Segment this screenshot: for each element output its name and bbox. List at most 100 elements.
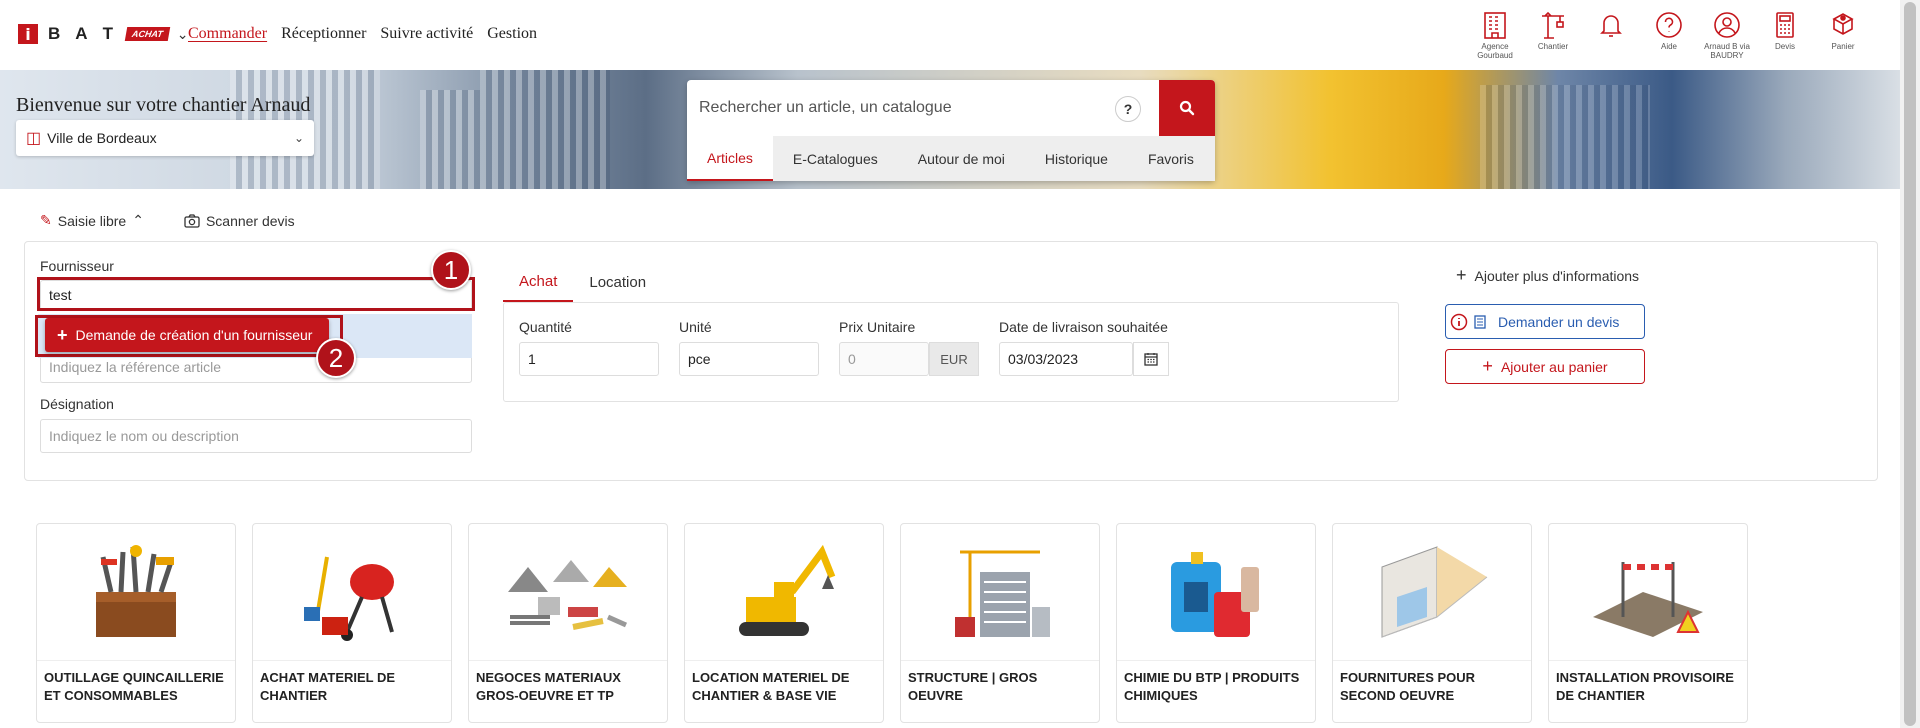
request-quote-label: Demander un devis [1498,313,1620,330]
agence-button[interactable]: Agence Gourbaud [1466,10,1524,60]
step-marker-1: 1 [431,250,471,290]
create-supplier-button[interactable]: + Demande de création d'un fournisseur [45,318,329,352]
request-quote-button[interactable]: Demander un devis [1445,304,1645,339]
more-info-label: Ajouter plus d'informations [1474,267,1640,284]
unite-label: Unité [679,319,712,335]
camera-icon [184,213,200,228]
category-grid: OUTILLAGE QUINCAILLERIE ET CONSOMMABLES … [36,523,1748,723]
search-box: Rechercher un article, un catalogue ? Ar… [687,80,1215,181]
logo-letter: T [102,24,114,43]
step-marker-2: 2 [316,338,356,378]
logo-letters: B A T [48,24,114,44]
edit-icon: ✎ [40,212,52,228]
more-info-button[interactable]: + Ajouter plus d'informations [1456,265,1639,286]
tab-autour-de-moi[interactable]: Autour de moi [898,136,1025,181]
tab-favoris[interactable]: Favoris [1128,136,1214,181]
info-icon [1450,313,1468,330]
agence-label: Agence Gourbaud [1477,42,1513,60]
tab-e-catalogues[interactable]: E-Catalogues [773,136,898,181]
add-to-cart-button[interactable]: + Ajouter au panier [1445,349,1645,384]
hero-building [480,70,610,189]
bell-icon [1600,15,1622,37]
room-interior-icon [1333,524,1531,661]
category-name: ACHAT MATERIEL DE CHANTIER [260,670,396,703]
quantite-input[interactable]: 1 [519,342,659,376]
tab-achat[interactable]: Achat [503,262,574,302]
ibat-logo[interactable]: i B A T ACHAT ⌄ [18,24,189,44]
help-icon [1656,12,1682,38]
nav-receptionner[interactable]: Réceptionner [281,25,366,43]
account-button[interactable]: Arnaud B via BAUDRY [1698,10,1756,60]
category-card[interactable]: STRUCTURE | GROS OEUVRE [900,523,1100,723]
chantier-button[interactable]: Chantier [1524,10,1582,60]
calendar-button[interactable] [1133,342,1169,376]
category-card[interactable]: NEGOCES MATERIAUX GROS-OEUVRE ET TP [468,523,668,723]
category-card[interactable]: ACHAT MATERIEL DE CHANTIER [252,523,452,723]
notifications-button[interactable] [1582,10,1640,60]
user-icon [1714,12,1740,38]
building-crane-icon [901,524,1099,661]
site-select[interactable]: ◫ Ville de Bordeaux ⌄ [16,120,314,156]
cart-icon [1832,13,1854,35]
account-label: Arnaud B via BAUDRY [1704,42,1750,60]
tab-historique[interactable]: Historique [1025,136,1128,181]
nav-suivre-activite[interactable]: Suivre activité [380,25,473,43]
category-name: STRUCTURE | GROS OEUVRE [908,670,1038,703]
saisie-libre-label: Saisie libre [57,212,127,229]
category-card[interactable]: INSTALLATION PROVISOIRE DE CHANTIER [1548,523,1748,723]
top-bar: i B A T ACHAT ⌄ Commander Réceptionner S… [0,0,1900,70]
category-card[interactable]: CHIMIE DU BTP | PRODUITS CHIMIQUES [1116,523,1316,723]
date-input[interactable]: 03/03/2023 [999,342,1133,376]
scanner-devis-button[interactable]: Scanner devis [184,213,295,229]
logo-achat-badge: ACHAT [124,27,171,41]
aide-label: Aide [1660,42,1677,51]
devis-button[interactable]: Devis [1756,10,1814,60]
prix-input[interactable]: 0 [839,342,929,376]
category-card[interactable]: OUTILLAGE QUINCAILLERIE ET CONSOMMABLES [36,523,236,723]
category-card[interactable]: LOCATION MATERIEL DE CHANTIER & BASE VIE [684,523,884,723]
top-icons: Agence Gourbaud Chantier Aide Arnaud B v… [1466,10,1872,60]
category-card[interactable]: FOURNITURES POUR SECOND OEUVRE [1332,523,1532,723]
search-help-button[interactable]: ? [1115,96,1141,122]
prix-label: Prix Unitaire [839,319,916,335]
add-to-cart-label: Ajouter au panier [1500,358,1608,375]
currency-addon: EUR [929,342,979,376]
unite-input[interactable]: pce [679,342,819,376]
calendar-icon [1144,353,1158,366]
chemical-cans-icon [1117,524,1315,661]
category-name: LOCATION MATERIEL DE CHANTIER & BASE VIE [692,670,850,703]
document-icon [1474,314,1486,329]
scanner-devis-label: Scanner devis [205,212,295,229]
designation-label: Désignation [40,396,114,412]
hero-building [1480,85,1650,189]
toolbox-icon [37,524,235,661]
entry-mode-bar: ✎ Saisie libre ⌃ Scanner devis [40,212,295,229]
plus-icon: + [1482,356,1493,376]
excavator-icon [685,524,883,661]
tab-articles[interactable]: Articles [687,136,773,181]
quantite-label: Quantité [519,319,572,335]
nav-gestion[interactable]: Gestion [487,25,537,43]
calculator-icon [1776,12,1794,38]
logo-letter: A [75,24,89,43]
chantier-icon [1542,11,1564,39]
search-input[interactable]: Rechercher un article, un catalogue [687,80,1159,136]
welcome-title: Bienvenue sur votre chantier Arnaud [16,94,311,116]
nav-commander[interactable]: Commander [188,25,267,43]
category-name: CHIMIE DU BTP | PRODUITS CHIMIQUES [1124,670,1300,703]
search-icon [1179,100,1195,116]
category-name: OUTILLAGE QUINCAILLERIE ET CONSOMMABLES [44,670,224,703]
chevron-down-icon[interactable]: ⌄ [177,26,189,43]
saisie-libre-toggle[interactable]: ✎ Saisie libre ⌃ [40,212,144,229]
hero-building [420,90,480,189]
agence-icon [1484,12,1506,39]
scrollbar-thumb[interactable] [1904,2,1916,726]
chevron-down-icon: ⌄ [293,131,304,145]
designation-input[interactable]: Indiquez le nom ou description [40,419,472,453]
create-supplier-label: Demande de création d'un fournisseur [75,327,313,343]
search-button[interactable] [1159,80,1215,136]
tab-location[interactable]: Location [573,262,662,302]
panier-button[interactable]: Panier [1814,10,1872,60]
aide-button[interactable]: Aide [1640,10,1698,60]
page-scrollbar[interactable] [1900,0,1920,728]
